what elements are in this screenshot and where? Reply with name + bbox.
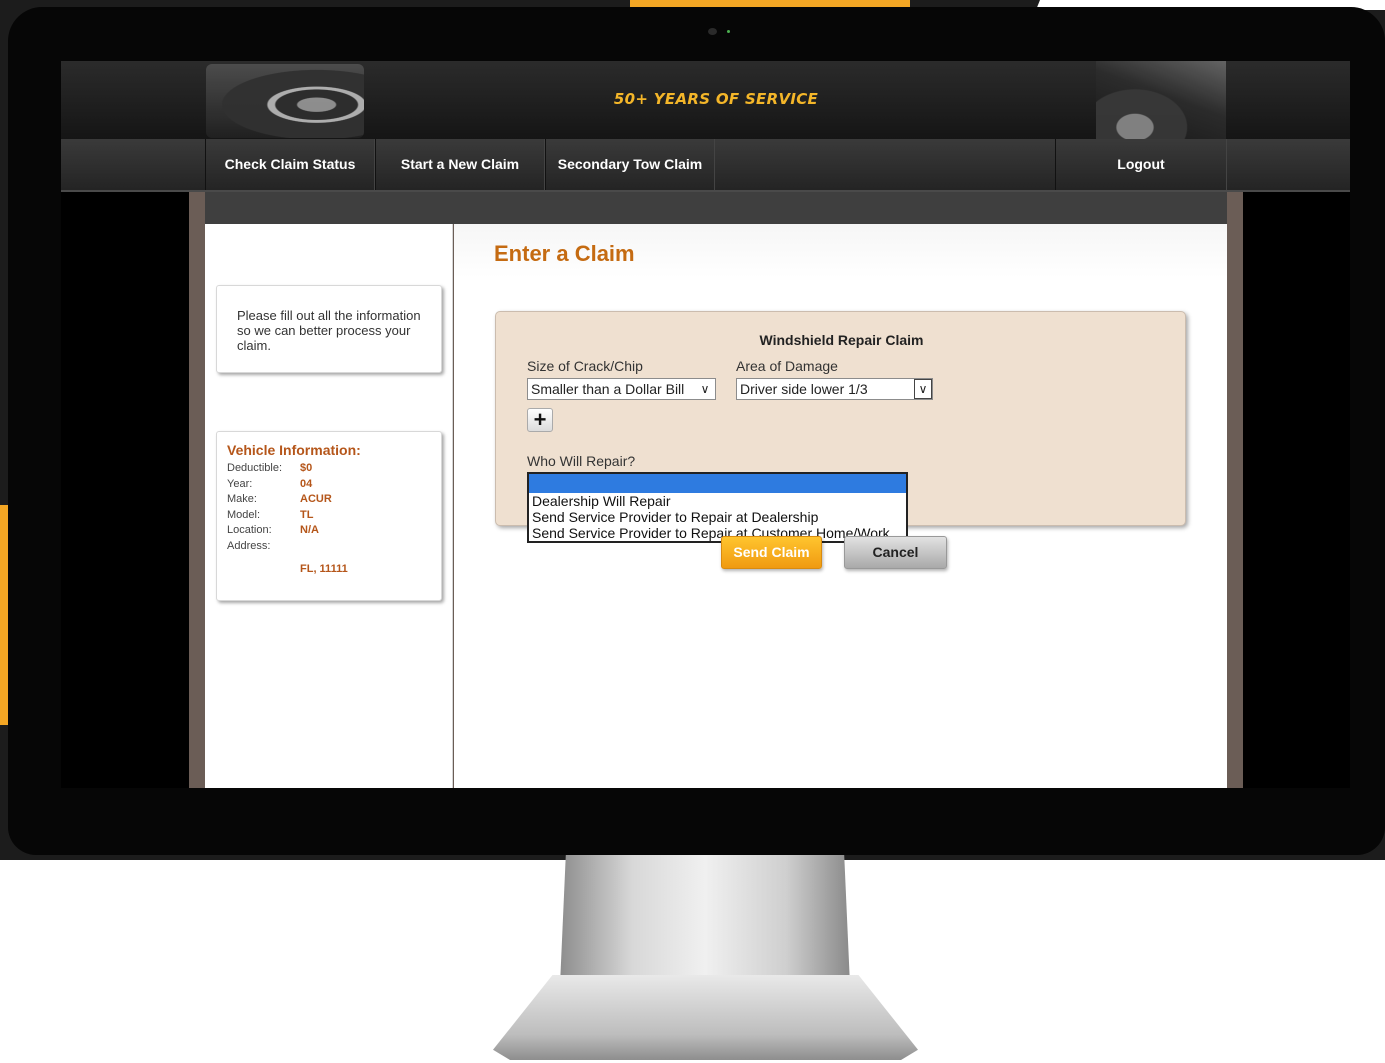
camera-icon: [708, 28, 717, 35]
stage: 50+ YEARS OF SERVICE Check Claim Status …: [0, 0, 1385, 1063]
vehicle-row-address: Address:: [227, 539, 431, 555]
nav-check-claim-status[interactable]: Check Claim Status: [205, 139, 375, 190]
camera-led: [727, 30, 730, 33]
who-repair-dropdown[interactable]: Dealership Will Repair Send Service Prov…: [527, 472, 908, 543]
monitor-stand-base: [493, 975, 918, 1060]
nav-start-new-claim[interactable]: Start a New Claim: [375, 139, 545, 190]
nav-logout[interactable]: Logout: [1055, 139, 1227, 190]
accent-stripe-top: [630, 0, 910, 7]
car-wheel-image: [206, 64, 364, 138]
form-title: Windshield Repair Claim: [759, 332, 924, 348]
vehicle-label: Location:: [227, 524, 272, 536]
vehicle-label: Model:: [227, 508, 261, 521]
dropdown-option[interactable]: Dealership Will Repair: [529, 493, 906, 509]
vehicle-row-year: Year: 04: [227, 477, 431, 493]
cancel-button[interactable]: Cancel: [844, 536, 947, 569]
plus-icon: +: [533, 407, 547, 432]
dropdown-option[interactable]: Send Service Provider to Repair at Deale…: [529, 509, 906, 525]
dropdown-selected-empty[interactable]: [529, 474, 906, 493]
crack-size-label: Size of Crack/Chip: [527, 358, 643, 374]
crack-size-select[interactable]: Smaller than a Dollar Bill ∨: [527, 378, 716, 400]
vehicle-value: TL: [300, 508, 314, 521]
instructions-text: Please fill out all the information so w…: [237, 308, 421, 353]
page-top-bar: [205, 192, 1227, 224]
page-title: Enter a Claim: [494, 241, 635, 266]
title-strip: Enter a Claim: [454, 224, 1227, 278]
who-repair-label: Who Will Repair?: [527, 453, 636, 469]
damage-area-value: Driver side lower 1/3: [740, 381, 868, 397]
crack-size-value: Smaller than a Dollar Bill: [531, 381, 685, 397]
chevron-down-icon: ∨: [700, 382, 710, 396]
main-nav: Check Claim Status Start a New Claim Sec…: [61, 139, 1350, 192]
chevron-down-icon: ∨: [914, 379, 932, 399]
main-content: Enter a Claim Windshield Repair Claim Si…: [454, 224, 1227, 788]
vehicle-value: $0: [300, 462, 313, 474]
vehicle-value: 04: [300, 477, 313, 490]
vehicle-label: Deductible:: [227, 462, 283, 474]
vehicle-label: Address:: [227, 539, 271, 552]
sidebar: Please fill out all the information so w…: [205, 224, 453, 788]
vehicle-label: [227, 562, 300, 578]
site-header: 50+ YEARS OF SERVICE: [61, 61, 1350, 139]
damage-area-select[interactable]: Driver side lower 1/3 ∨: [736, 378, 933, 400]
add-damage-button[interactable]: +: [527, 408, 553, 432]
vehicle-label: Year:: [227, 477, 253, 490]
car-headlight-image: [1096, 61, 1226, 139]
vehicle-row-address-line: FL, 11111: [227, 562, 431, 578]
vehicle-info-title: Vehicle Information:: [227, 442, 361, 458]
damage-area-label: Area of Damage: [736, 358, 838, 374]
send-claim-button[interactable]: Send Claim: [721, 536, 822, 569]
instructions-box: Please fill out all the information so w…: [216, 285, 442, 373]
monitor-stand-neck: [560, 855, 850, 985]
nav-secondary-tow-claim[interactable]: Secondary Tow Claim: [545, 139, 715, 190]
vehicle-value: ACUR: [300, 493, 332, 505]
vehicle-row-location: Location: N/A: [227, 523, 431, 539]
vehicle-value: FL, 11111: [300, 563, 348, 575]
vehicle-value: N/A: [300, 524, 319, 536]
vehicle-row-make: Make: ACUR: [227, 492, 431, 508]
tagline: 50+ YEARS OF SERVICE: [613, 90, 819, 108]
monitor-screen: 50+ YEARS OF SERVICE Check Claim Status …: [61, 61, 1350, 788]
vehicle-row-model: Model: TL: [227, 508, 431, 524]
vehicle-label: Make:: [227, 493, 257, 505]
vehicle-info-box: Vehicle Information: Deductible: $0 Year…: [216, 431, 442, 601]
vehicle-row-deductible: Deductible: $0: [227, 461, 431, 477]
